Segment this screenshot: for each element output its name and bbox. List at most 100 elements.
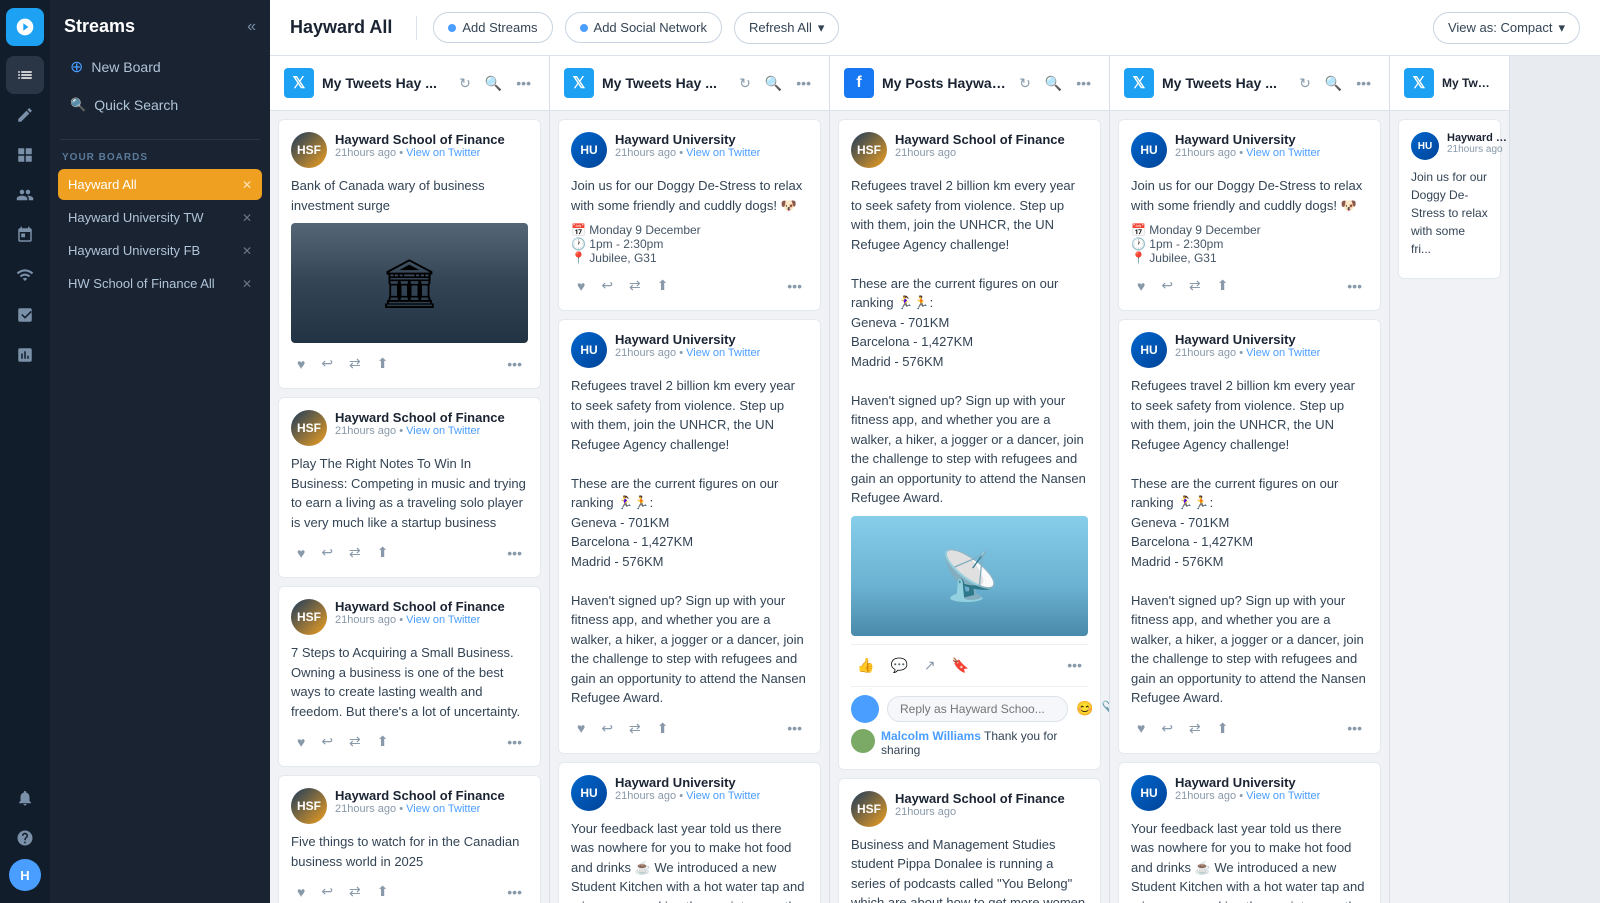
search-stream-4-icon[interactable]: 🔍 xyxy=(1321,73,1346,94)
retweet-action-p4[interactable]: ⇄ xyxy=(343,879,367,903)
reply-input-p8[interactable] xyxy=(887,696,1068,722)
upload-action-p2[interactable]: ⬆ xyxy=(371,540,395,565)
heart-action-p3[interactable]: ♥ xyxy=(291,730,311,754)
share-action-p8[interactable]: ↗ xyxy=(918,653,942,678)
notifications-nav-icon[interactable] xyxy=(6,779,44,817)
close-board-icon[interactable]: ✕ xyxy=(242,244,252,258)
dashboard-nav-icon[interactable] xyxy=(6,136,44,174)
comment-author-p8[interactable]: Malcolm Williams xyxy=(881,729,981,743)
heart-action-p2[interactable]: ♥ xyxy=(291,541,311,565)
board-item-hw-school-finance[interactable]: HW School of Finance All ✕ xyxy=(58,268,262,299)
comment-action-p8[interactable]: 💬 xyxy=(884,653,913,678)
search-stream-3-icon[interactable]: 🔍 xyxy=(1041,73,1066,94)
refresh-stream-2-icon[interactable]: ↻ xyxy=(735,73,755,94)
view-on-twitter-link-p12[interactable]: View on Twitter xyxy=(1246,790,1320,802)
calendar-nav-icon[interactable] xyxy=(6,216,44,254)
heart-action-p6[interactable]: ♥ xyxy=(571,716,591,740)
close-board-icon[interactable]: ✕ xyxy=(242,178,252,192)
close-board-icon[interactable]: ✕ xyxy=(242,211,252,225)
more-action-p8[interactable]: ••• xyxy=(1061,653,1088,678)
app-logo[interactable] xyxy=(6,8,44,46)
reply-action-p3[interactable]: ↩ xyxy=(315,729,339,754)
retweet-action-p5[interactable]: ⇄ xyxy=(623,273,647,298)
more-action-p2[interactable]: ••• xyxy=(501,541,528,565)
heart-action-p5[interactable]: ♥ xyxy=(571,274,591,298)
add-social-button[interactable]: Add Social Network xyxy=(565,12,722,43)
refresh-stream-4-icon[interactable]: ↻ xyxy=(1295,73,1315,94)
streams-nav-icon[interactable] xyxy=(6,56,44,94)
heart-action-p1[interactable]: ♥ xyxy=(291,352,311,376)
reply-action-p1[interactable]: ↩ xyxy=(315,351,339,376)
reply-action-p11[interactable]: ↩ xyxy=(1155,716,1179,741)
view-as-button[interactable]: View as: Compact ▾ xyxy=(1433,12,1580,44)
upload-action-p5[interactable]: ⬆ xyxy=(651,273,675,298)
more-action-p6[interactable]: ••• xyxy=(781,716,808,740)
more-action-p1[interactable]: ••• xyxy=(501,352,528,376)
more-stream-2-icon[interactable]: ••• xyxy=(792,73,815,93)
heart-action-p10[interactable]: ♥ xyxy=(1131,274,1151,298)
view-on-twitter-link-p3[interactable]: View on Twitter xyxy=(406,614,480,626)
post-meta-p11: Hayward University 21hours ago • View on… xyxy=(1175,332,1368,359)
help-nav-icon[interactable] xyxy=(6,819,44,857)
analytics-nav-icon[interactable] xyxy=(6,176,44,214)
like-action-p8[interactable]: 👍 xyxy=(851,653,880,678)
refresh-stream-3-icon[interactable]: ↻ xyxy=(1015,73,1035,94)
reply-action-p4[interactable]: ↩ xyxy=(315,879,339,903)
user-avatar[interactable]: H xyxy=(9,859,41,891)
view-on-twitter-link-p4[interactable]: View on Twitter xyxy=(406,803,480,815)
upload-action-p10[interactable]: ⬆ xyxy=(1211,273,1235,298)
view-on-twitter-link-p6[interactable]: View on Twitter xyxy=(686,347,760,359)
view-on-twitter-link-p10[interactable]: View on Twitter xyxy=(1246,147,1320,159)
retweet-action-p3[interactable]: ⇄ xyxy=(343,729,367,754)
more-action-p11[interactable]: ••• xyxy=(1341,716,1368,740)
more-stream-1-icon[interactable]: ••• xyxy=(512,73,535,93)
retweet-action-p2[interactable]: ⇄ xyxy=(343,540,367,565)
emoji-icon-p8[interactable]: 😊 xyxy=(1076,700,1093,717)
retweet-action-p1[interactable]: ⇄ xyxy=(343,351,367,376)
more-action-p10[interactable]: ••• xyxy=(1341,274,1368,298)
compose-nav-icon[interactable] xyxy=(6,96,44,134)
reports-nav-icon[interactable] xyxy=(6,336,44,374)
more-action-p4[interactable]: ••• xyxy=(501,880,528,903)
tasks-nav-icon[interactable] xyxy=(6,296,44,334)
search-stream-2-icon[interactable]: 🔍 xyxy=(761,73,786,94)
view-on-twitter-link-p7[interactable]: View on Twitter xyxy=(686,790,760,802)
close-board-icon[interactable]: ✕ xyxy=(242,277,252,291)
collapse-button[interactable]: « xyxy=(247,18,256,36)
heart-action-p4[interactable]: ♥ xyxy=(291,880,311,903)
reply-action-p2[interactable]: ↩ xyxy=(315,540,339,565)
new-board-nav-item[interactable]: ⊕ New Board xyxy=(60,49,260,85)
bookmark-action-p8[interactable]: 🔖 xyxy=(946,653,975,678)
refresh-stream-1-icon[interactable]: ↻ xyxy=(455,73,475,94)
upload-action-p4[interactable]: ⬆ xyxy=(371,879,395,903)
more-action-p3[interactable]: ••• xyxy=(501,730,528,754)
upload-action-p3[interactable]: ⬆ xyxy=(371,729,395,754)
search-stream-1-icon[interactable]: 🔍 xyxy=(481,73,506,94)
refresh-all-button[interactable]: Refresh All ▾ xyxy=(734,12,839,44)
add-streams-button[interactable]: Add Streams xyxy=(433,12,552,43)
upload-action-p1[interactable]: ⬆ xyxy=(371,351,395,376)
more-stream-3-icon[interactable]: ••• xyxy=(1072,73,1095,93)
stream-title-5: My Tweets Hay ... xyxy=(1442,76,1495,90)
board-item-hayward-university-tw[interactable]: Hayward University TW ✕ xyxy=(58,202,262,233)
reply-action-p10[interactable]: ↩ xyxy=(1155,273,1179,298)
upload-action-p11[interactable]: ⬆ xyxy=(1211,716,1235,741)
retweet-action-p11[interactable]: ⇄ xyxy=(1183,716,1207,741)
more-stream-4-icon[interactable]: ••• xyxy=(1352,73,1375,93)
board-item-hayward-all[interactable]: Hayward All ✕ xyxy=(58,169,262,200)
quick-search-nav-item[interactable]: 🔍 Quick Search xyxy=(60,89,260,121)
reply-action-p6[interactable]: ↩ xyxy=(595,716,619,741)
reply-action-p5[interactable]: ↩ xyxy=(595,273,619,298)
more-action-p5[interactable]: ••• xyxy=(781,274,808,298)
upload-action-p6[interactable]: ⬆ xyxy=(651,716,675,741)
heart-action-p11[interactable]: ♥ xyxy=(1131,716,1151,740)
monitoring-nav-icon[interactable] xyxy=(6,256,44,294)
view-on-twitter-link-p2[interactable]: View on Twitter xyxy=(406,425,480,437)
retweet-action-p6[interactable]: ⇄ xyxy=(623,716,647,741)
attachment-icon-p8[interactable]: 📎 xyxy=(1101,700,1109,717)
board-item-hayward-university-fb[interactable]: Hayward University FB ✕ xyxy=(58,235,262,266)
view-on-twitter-link-p5[interactable]: View on Twitter xyxy=(686,147,760,159)
view-on-twitter-link-p1[interactable]: View on Twitter xyxy=(406,147,480,159)
retweet-action-p10[interactable]: ⇄ xyxy=(1183,273,1207,298)
view-on-twitter-link-p11[interactable]: View on Twitter xyxy=(1246,347,1320,359)
